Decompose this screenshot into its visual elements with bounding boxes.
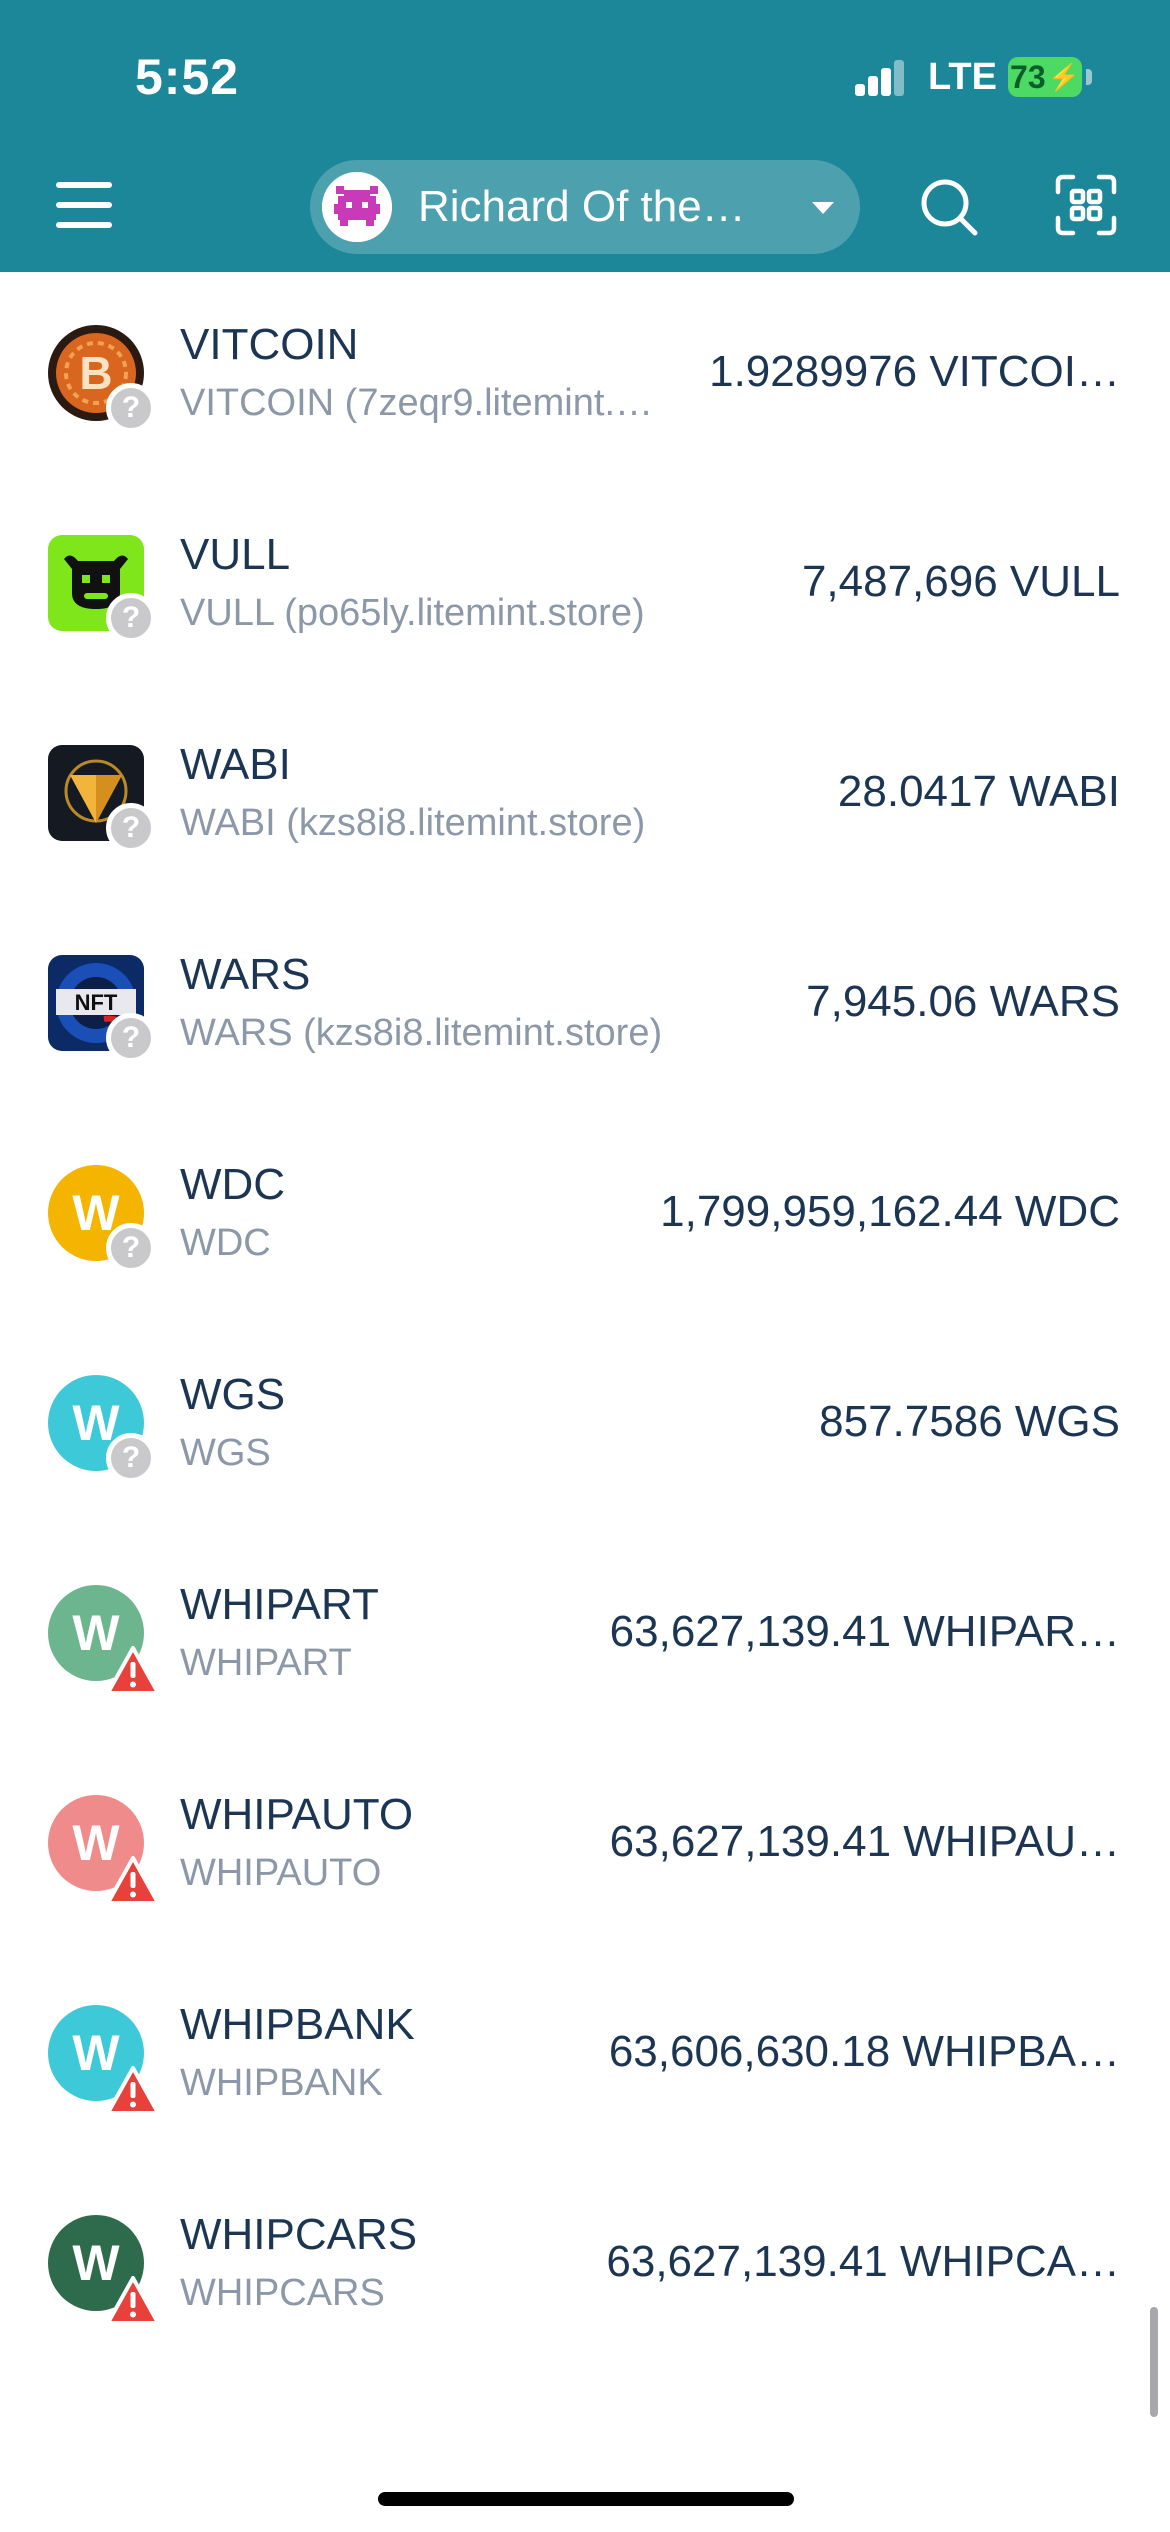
warning-triangle-icon	[106, 2276, 160, 2325]
token-issuer: WDC	[180, 1222, 271, 1264]
home-indicator[interactable]	[378, 2492, 794, 2506]
token-issuer: VULL (po65ly.litemint.store)	[180, 592, 645, 634]
warning-triangle-icon	[106, 2066, 160, 2115]
letter-w-icon: W	[48, 1795, 160, 1905]
unknown-asset-badge-icon: ?	[106, 1013, 156, 1063]
battery-icon: 73 ⚡	[1008, 57, 1082, 97]
scrollbar[interactable]	[1150, 2307, 1158, 2417]
token-row[interactable]: W ? WGS WGS 857.7586 WGS	[0, 1322, 1170, 1532]
app-header: 5:52 LTE 73 ⚡ Richard Of the…	[0, 0, 1170, 272]
account-selector[interactable]: Richard Of the…	[310, 160, 860, 254]
unknown-asset-badge-icon: ?	[106, 803, 156, 853]
warning-triangle-icon	[106, 1646, 160, 1695]
search-icon[interactable]	[918, 176, 980, 238]
token-issuer: WARS (kzs8i8.litemint.store)	[180, 1012, 663, 1054]
token-balance: 28.0417 WABI	[837, 767, 1120, 816]
token-balance: 857.7586 WGS	[819, 1397, 1120, 1446]
token-row[interactable]: ? WABI WABI (kzs8i8.litemint.store) 28.0…	[0, 692, 1170, 902]
token-name: WHIPART	[180, 1580, 379, 1629]
svg-text:NFT: NFT	[75, 990, 118, 1015]
token-issuer: VITCOIN (7zeqr9.litemint.…	[180, 382, 653, 424]
token-row[interactable]: W ? WDC WDC 1,799,959,162.44 WDC	[0, 1112, 1170, 1322]
unknown-asset-badge-icon: ?	[106, 593, 156, 643]
status-time: 5:52	[135, 49, 240, 105]
warning-triangle-icon	[106, 1856, 160, 1905]
token-name: WHIPBANK	[180, 2000, 415, 2049]
token-row[interactable]: NFT ? WARS WARS (kzs8i8.litemint.store) …	[0, 902, 1170, 1112]
token-row[interactable]: ? VULL VULL (po65ly.litemint.store) 7,48…	[0, 482, 1170, 692]
token-list: B ? VITCOIN VITCOIN (7zeqr9.litemint.… 1…	[0, 272, 1170, 2427]
token-name: WABI	[180, 740, 291, 789]
token-name: WARS	[180, 950, 311, 999]
invader-avatar-icon	[322, 172, 392, 242]
token-issuer: WABI (kzs8i8.litemint.store)	[180, 802, 646, 844]
token-balance: 63,627,139.41 WHIPAU…	[609, 1817, 1120, 1866]
token-balance: 63,627,139.41 WHIPCA…	[606, 2237, 1120, 2286]
battery-tip	[1086, 69, 1092, 85]
letter-w-icon: W	[48, 2005, 160, 2115]
nft-wars-icon: NFT ?	[48, 955, 156, 1063]
unknown-asset-badge-icon: ?	[106, 1433, 156, 1483]
token-name: WDC	[180, 1160, 286, 1209]
token-issuer: WHIPART	[180, 1642, 352, 1684]
token-balance: 1.9289976 VITCOI…	[709, 347, 1120, 396]
bitcoin-coin-icon: B ?	[48, 325, 156, 433]
wabi-triangle-icon: ?	[48, 745, 156, 853]
token-issuer: WHIPCARS	[180, 2272, 385, 2314]
letter-w-icon: W	[48, 1585, 160, 1695]
svg-text:B: B	[79, 347, 112, 399]
battery-level: 73	[1010, 58, 1046, 95]
token-issuer: WHIPAUTO	[180, 1852, 382, 1894]
token-name: WHIPCARS	[180, 2210, 418, 2259]
token-balance: 1,799,959,162.44 WDC	[660, 1187, 1120, 1236]
account-avatar	[322, 172, 392, 242]
account-name: Richard Of the…	[418, 182, 746, 231]
token-issuer: WHIPBANK	[180, 2062, 383, 2104]
token-row-partial[interactable]	[0, 2420, 1170, 2427]
token-name: VITCOIN	[180, 320, 359, 369]
bull-icon: ?	[48, 535, 156, 643]
letter-w-icon: W	[48, 2215, 160, 2325]
signal-icon	[855, 60, 905, 96]
token-row[interactable]: B ? VITCOIN VITCOIN (7zeqr9.litemint.… 1…	[0, 272, 1170, 482]
unknown-asset-badge-icon: ?	[106, 383, 156, 433]
network-label: LTE	[928, 56, 997, 98]
token-row[interactable]: W WHIPCARS WHIPCARS 63,627,139.41 WHIPCA…	[0, 2162, 1170, 2372]
token-name: WGS	[180, 1370, 286, 1419]
qr-scan-icon[interactable]	[1055, 174, 1117, 236]
token-name: VULL	[180, 530, 291, 579]
token-row[interactable]: W WHIPBANK WHIPBANK 63,606,630.18 WHIPBA…	[0, 1952, 1170, 2162]
token-balance: 7,487,696 VULL	[801, 557, 1120, 606]
token-balance: 63,627,139.41 WHIPAR…	[609, 1607, 1120, 1656]
chevron-down-icon	[812, 202, 834, 214]
token-row[interactable]: W WHIPAUTO WHIPAUTO 63,627,139.41 WHIPAU…	[0, 1742, 1170, 1952]
letter-w-icon: W ?	[48, 1375, 156, 1483]
token-name: WHIPAUTO	[180, 1790, 414, 1839]
unknown-asset-badge-icon: ?	[106, 1223, 156, 1273]
token-balance: 63,606,630.18 WHIPBA…	[608, 2027, 1120, 2076]
token-row[interactable]: W WHIPART WHIPART 63,627,139.41 WHIPAR…	[0, 1532, 1170, 1742]
hamburger-menu-icon[interactable]	[56, 182, 112, 228]
token-issuer: WGS	[180, 1432, 271, 1474]
token-balance: 7,945.06 WARS	[806, 977, 1120, 1026]
letter-w-icon: W ?	[48, 1165, 156, 1273]
